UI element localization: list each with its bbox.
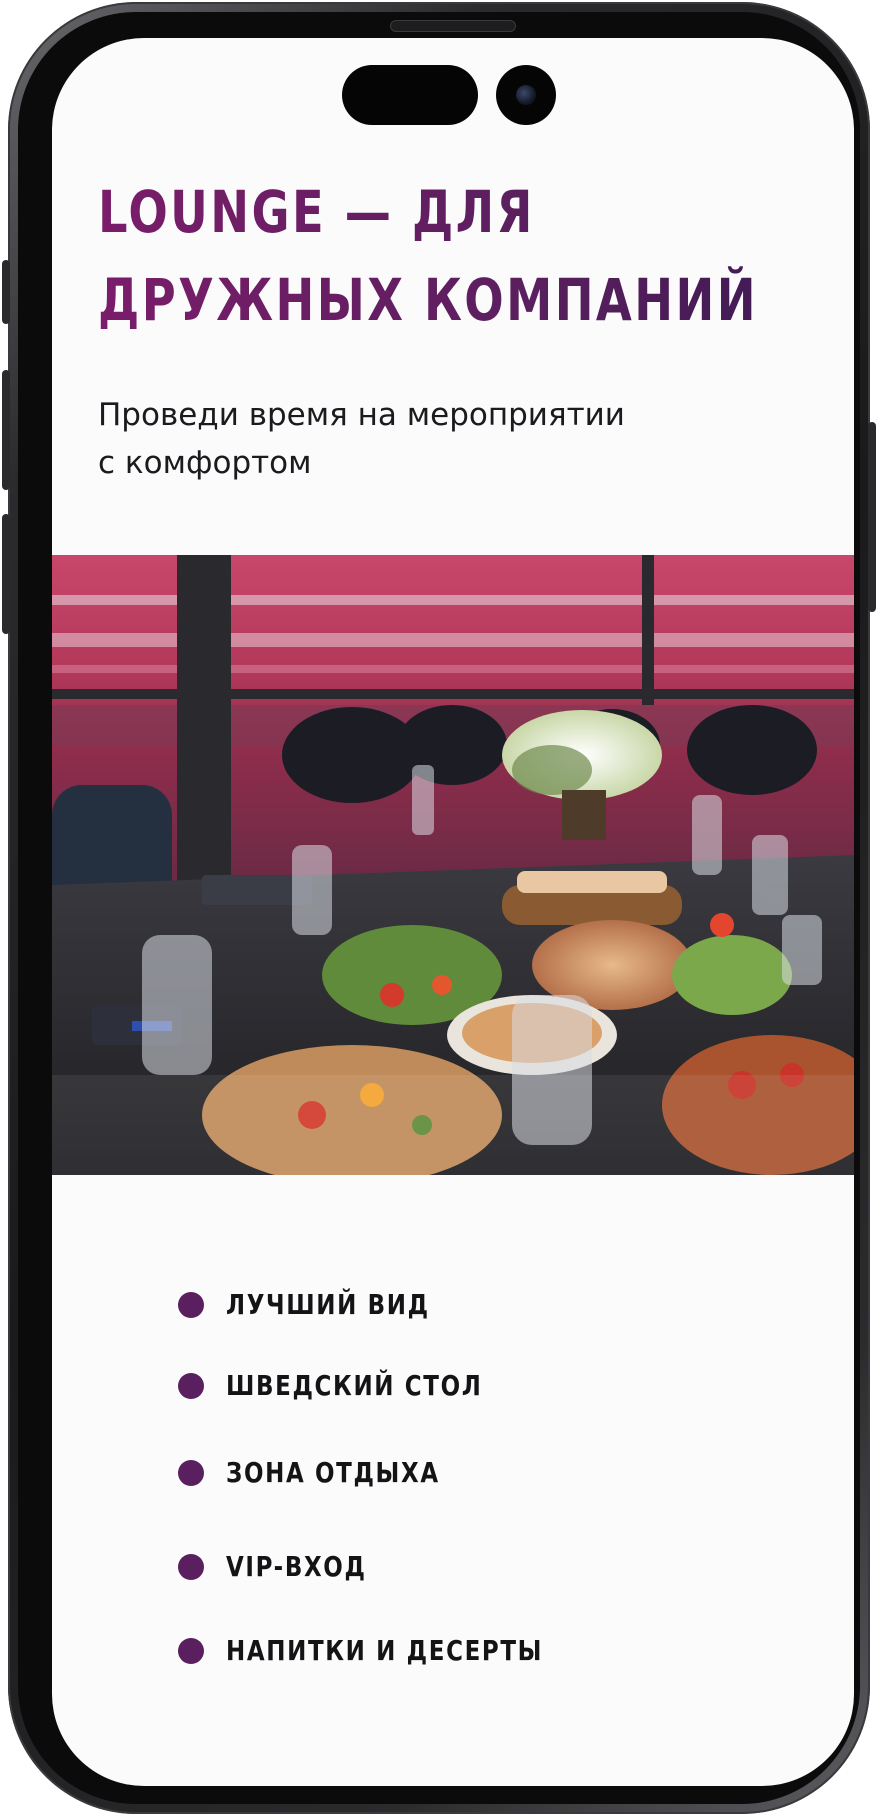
action-button — [2, 260, 10, 324]
list-item: ЗОНА ОТДЫХА — [178, 1456, 487, 1489]
phone-frame: LOUNGE — ДЛЯ ДРУЖНЫХ КОМПАНИЙ Проведи вр… — [2, 2, 876, 1814]
circle-bullet-icon — [178, 1553, 204, 1580]
camera-lens — [516, 85, 536, 105]
list-item: VIP-ВХОД — [178, 1550, 397, 1583]
dynamic-island — [342, 65, 478, 125]
circle-bullet-icon — [178, 1372, 204, 1399]
front-camera-icon — [496, 65, 556, 125]
page-title: LOUNGE — ДЛЯ ДРУЖНЫХ КОМПАНИЙ — [98, 168, 818, 344]
volume-up-button — [2, 370, 10, 490]
circle-bullet-icon — [178, 1637, 204, 1664]
circle-bullet-icon — [178, 1459, 204, 1486]
page-subtitle-line-2: с комфортом — [98, 445, 312, 481]
circle-bullet-icon — [178, 1291, 204, 1318]
power-button — [868, 422, 876, 612]
feature-label: НАПИТКИ И ДЕСЕРТЫ — [226, 1634, 544, 1667]
list-item: ШВЕДСКИЙ СТОЛ — [178, 1369, 539, 1402]
speaker-slot — [390, 20, 516, 32]
feature-label: ЛУЧШИЙ ВИД — [226, 1288, 430, 1321]
feature-label: ЗОНА ОТДЫХА — [226, 1456, 440, 1489]
page-title-line-1: LOUNGE — ДЛЯ — [98, 178, 535, 246]
phone-screen: LOUNGE — ДЛЯ ДРУЖНЫХ КОМПАНИЙ Проведи вр… — [52, 38, 854, 1786]
page-title-line-2: ДРУЖНЫХ КОМПАНИЙ — [98, 266, 758, 334]
page-subtitle: Проведи время на мероприятии с комфортом — [98, 391, 798, 487]
feature-label: ШВЕДСКИЙ СТОЛ — [226, 1369, 483, 1402]
list-item: ЛУЧШИЙ ВИД — [178, 1288, 474, 1321]
lounge-banquet-photo — [52, 555, 854, 1175]
page-subtitle-line-1: Проведи время на мероприятии — [98, 397, 625, 433]
list-item: НАПИТКИ И ДЕСЕРТЫ — [178, 1634, 613, 1667]
lounge-banquet-illustration — [52, 555, 854, 1175]
feature-label: VIP-ВХОД — [226, 1550, 367, 1583]
volume-down-button — [2, 514, 10, 634]
